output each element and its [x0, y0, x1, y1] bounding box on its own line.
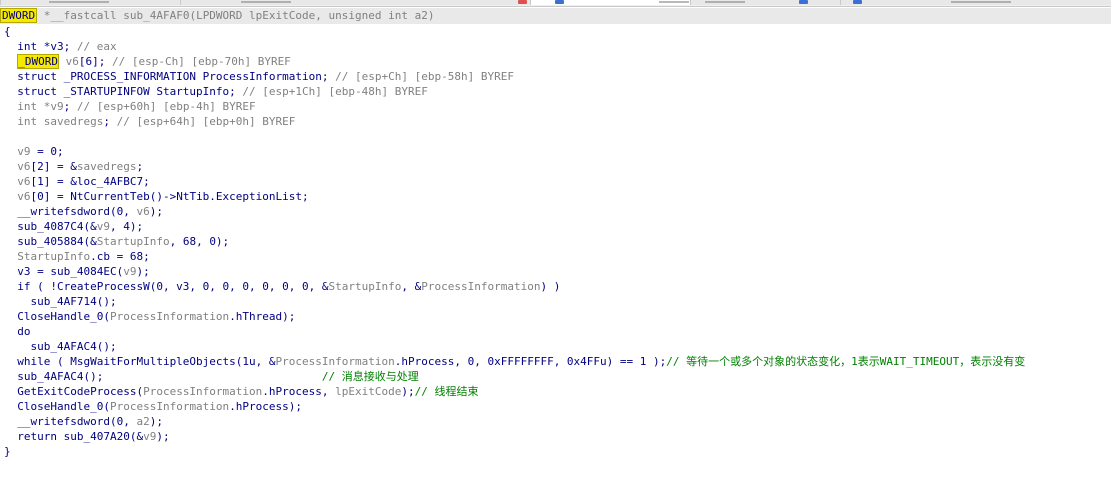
close-icon[interactable]: [518, 0, 527, 4]
tab-2[interactable]: [180, 0, 532, 5]
code-line[interactable]: sub_4AFAC4();: [4, 339, 116, 354]
code-line[interactable]: __writefsdword(0, v6);: [4, 204, 163, 219]
code-line[interactable]: sub_4AFAC4(); // 消息接收与处理: [4, 369, 419, 384]
function-declaration: DWORD *__fastcall sub_4AFAF0(LPDWORD lpE…: [0, 8, 1111, 24]
code-line[interactable]: {: [4, 24, 11, 39]
tab-title-ghost: [659, 1, 689, 3]
pseudocode-view[interactable]: { int *v3; // eax _DWORD v6[6]; // [esp-…: [0, 24, 1111, 493]
doc-icon: [799, 0, 808, 4]
code-line[interactable]: struct _PROCESS_INFORMATION ProcessInfor…: [4, 69, 514, 84]
code-line[interactable]: v3 = sub_4084EC(v9);: [4, 264, 149, 279]
code-line[interactable]: sub_405884(&StartupInfo, 68, 0);: [4, 234, 229, 249]
code-line[interactable]: _DWORD v6[6]; // [esp-Ch] [ebp-70h] BYRE…: [4, 54, 291, 69]
code-line[interactable]: GetExitCodeProcess(ProcessInformation.hP…: [4, 384, 478, 399]
code-line[interactable]: v6[0] = NtCurrentTeb()->NtTib.ExceptionL…: [4, 189, 308, 204]
tab-5[interactable]: [840, 0, 1111, 5]
code-line[interactable]: v6[2] = &savedregs;: [4, 159, 143, 174]
code-line[interactable]: sub_4087C4(&v9, 4);: [4, 219, 143, 234]
code-line[interactable]: CloseHandle_0(ProcessInformation.hThread…: [4, 309, 295, 324]
doc-icon: [853, 0, 862, 4]
tab-title-ghost: [49, 1, 109, 3]
code-line[interactable]: if ( !CreateProcessW(0, v3, 0, 0, 0, 0, …: [4, 279, 560, 294]
code-line[interactable]: v9 = 0;: [4, 144, 63, 159]
code-line[interactable]: }: [4, 444, 11, 459]
code-line[interactable]: StartupInfo.cb = 68;: [4, 249, 149, 264]
code-line[interactable]: v6[1] = &loc_4AFBC7;: [4, 174, 149, 189]
return-type-highlight[interactable]: DWORD: [0, 8, 38, 23]
tab-title-ghost: [241, 1, 291, 3]
tab-bar: [0, 0, 1111, 7]
code-line[interactable]: CloseHandle_0(ProcessInformation.hProces…: [4, 399, 302, 414]
tab-title-ghost: [951, 1, 1011, 3]
tab-3[interactable]: [530, 0, 692, 5]
code-line[interactable]: struct _STARTUPINFOW StartupInfo; // [es…: [4, 84, 428, 99]
code-line[interactable]: do: [4, 324, 30, 339]
code-line[interactable]: sub_4AF714();: [4, 294, 116, 309]
code-line[interactable]: while ( MsgWaitForMultipleObjects(1u, &P…: [4, 354, 1025, 369]
tab-1[interactable]: [0, 0, 182, 5]
code-line[interactable]: int *v9; // [esp+60h] [ebp-4h] BYREF: [4, 99, 255, 114]
code-line[interactable]: int *v3; // eax: [4, 39, 116, 54]
tab-title-ghost: [705, 1, 745, 3]
code-line[interactable]: return sub_407A20(&v9);: [4, 429, 169, 444]
code-line[interactable]: int savedregs; // [esp+64h] [ebp+0h] BYR…: [4, 114, 295, 129]
code-line[interactable]: __writefsdword(0, a2);: [4, 414, 163, 429]
declaration-signature: *__fastcall sub_4AFAF0(LPDWORD lpExitCod…: [37, 9, 435, 22]
doc-icon: [555, 0, 564, 4]
tab-4[interactable]: [690, 0, 842, 5]
